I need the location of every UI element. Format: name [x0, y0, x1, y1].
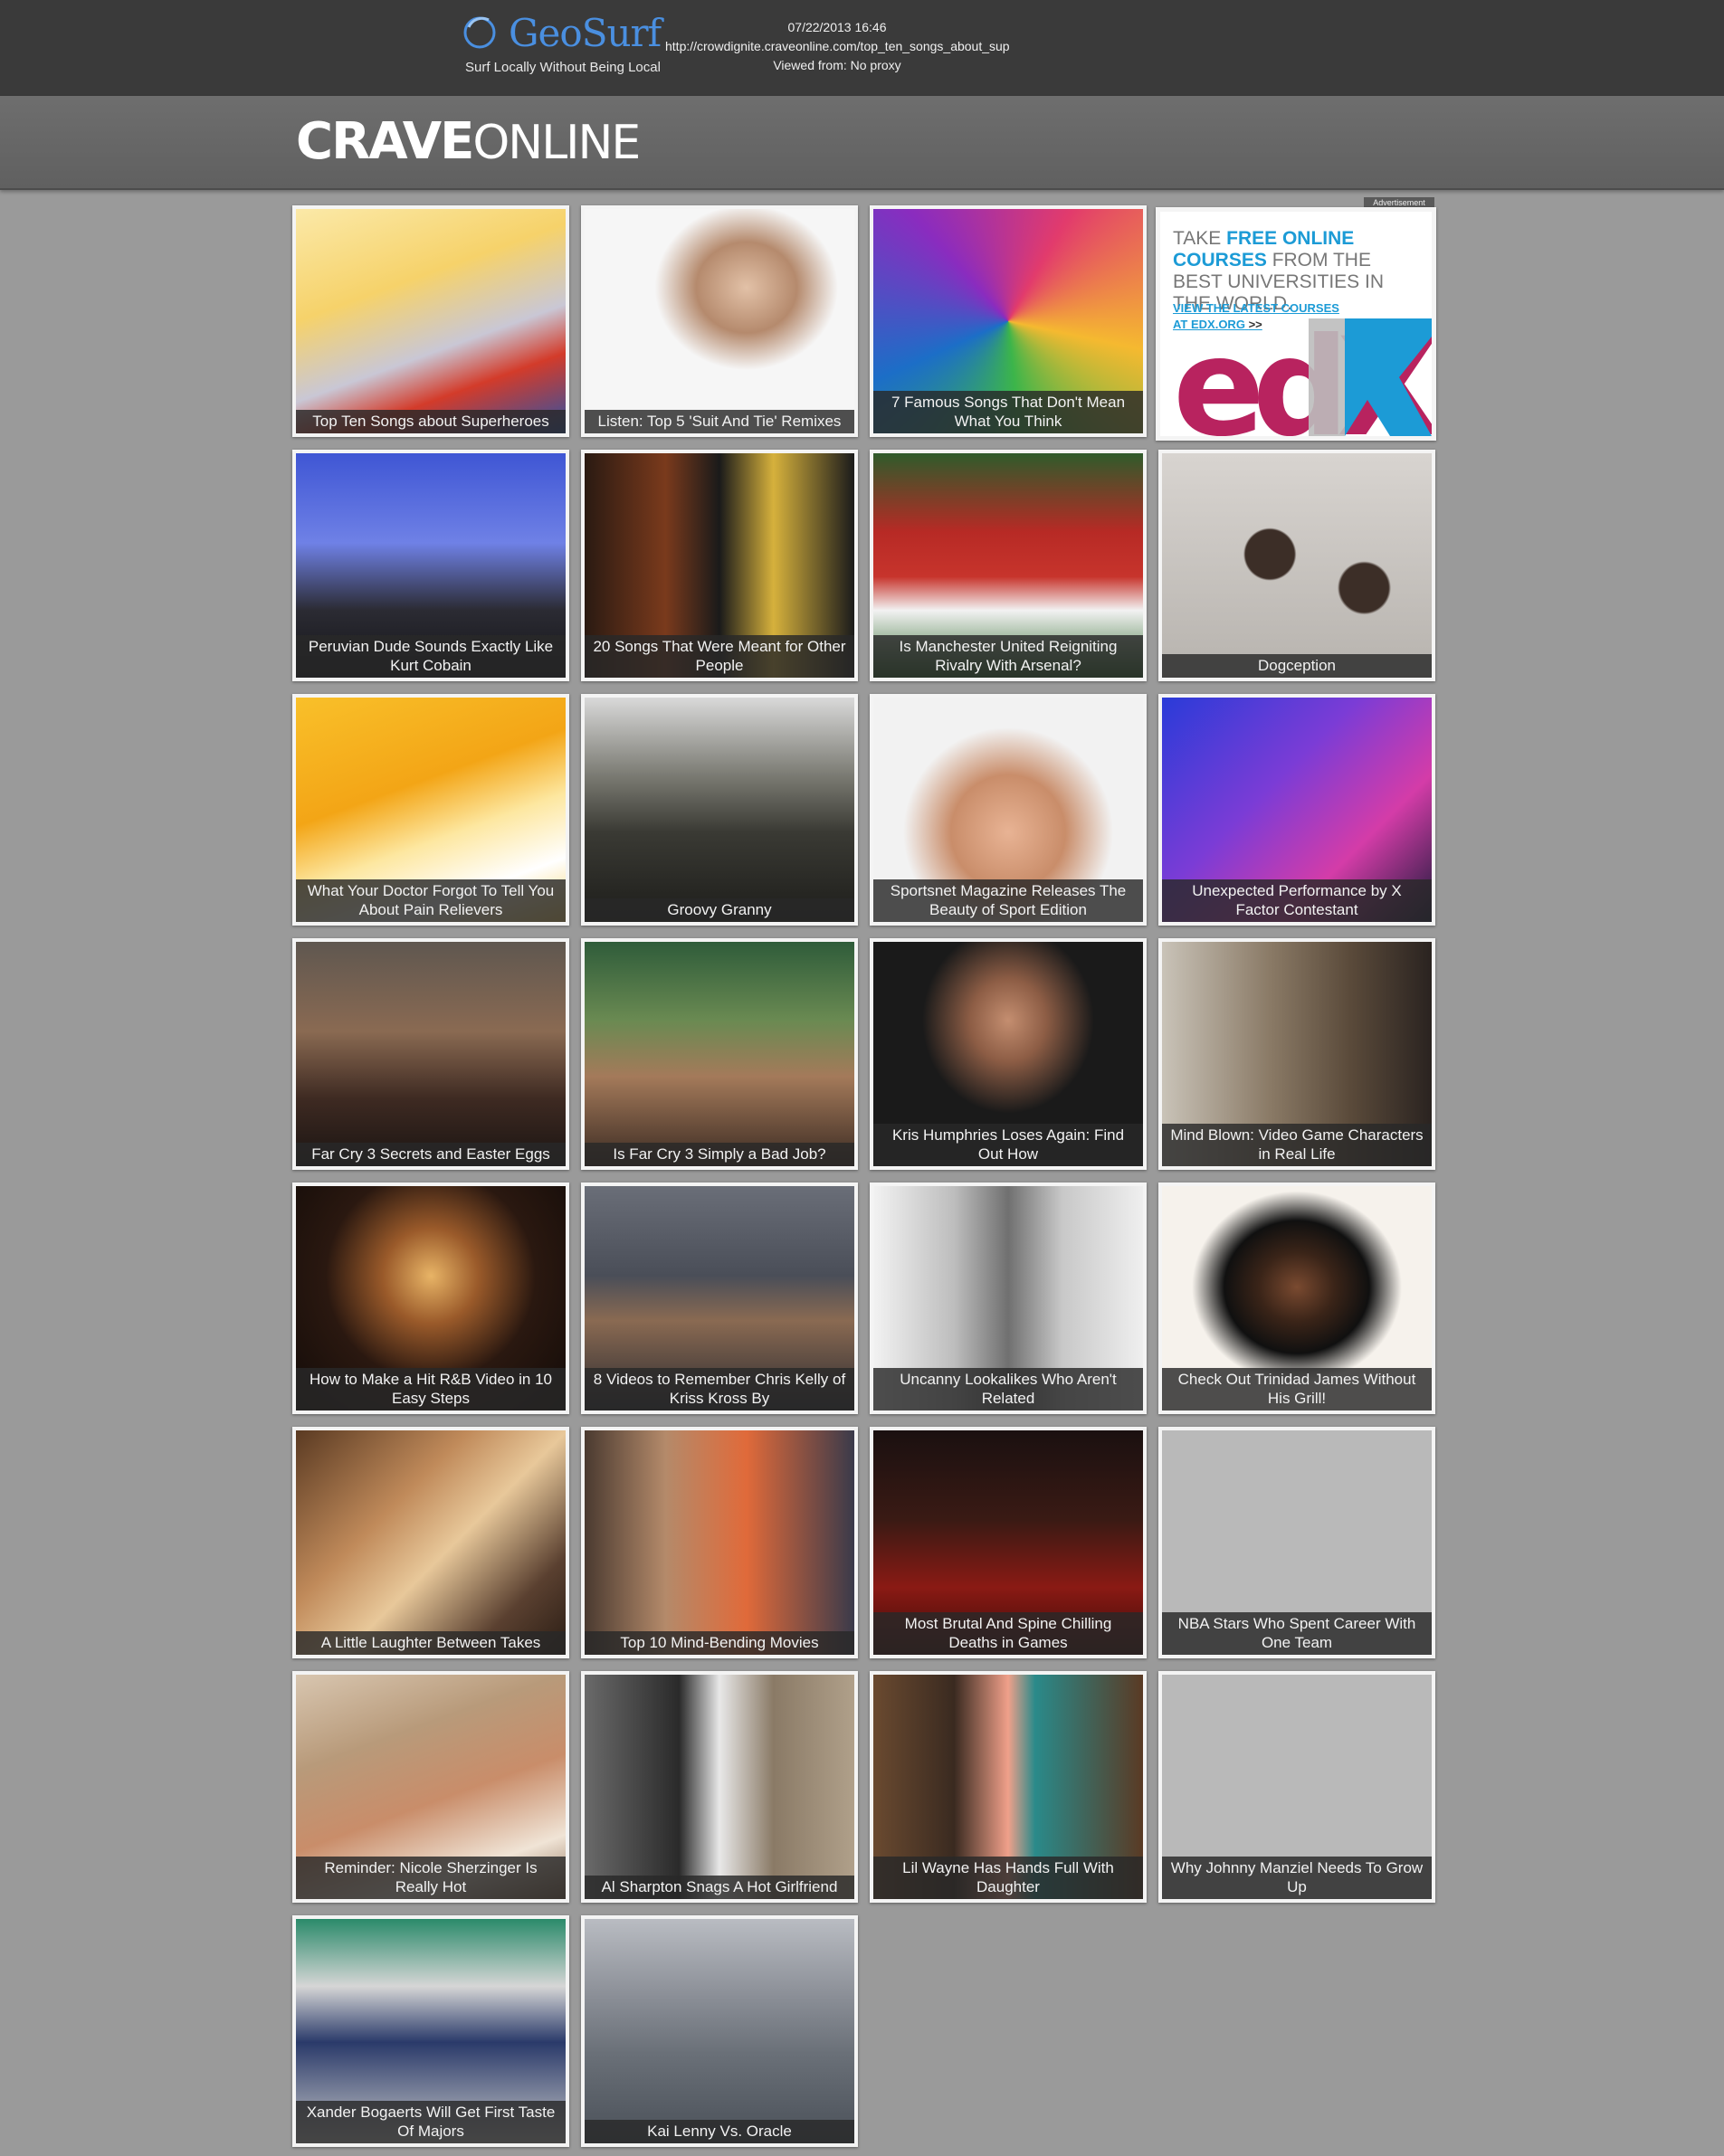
article-thumbnail[interactable] [585, 698, 854, 922]
article-caption[interactable]: Peruvian Dude Sounds Exactly Like Kurt C… [296, 635, 566, 678]
geosurf-tagline: Surf Locally Without Being Local [465, 60, 661, 75]
article-thumbnail[interactable] [585, 1675, 854, 1899]
article-tile[interactable]: Sportsnet Magazine Releases The Beauty o… [870, 694, 1147, 926]
article-caption[interactable]: Unexpected Performance by X Factor Conte… [1162, 879, 1432, 922]
article-caption[interactable]: 7 Famous Songs That Don't Mean What You … [873, 391, 1143, 433]
article-caption[interactable]: Is Manchester United Reigniting Rivalry … [873, 635, 1143, 678]
article-tile[interactable]: Why Johnny Manziel Needs To Grow Up [1158, 1671, 1435, 1903]
article-caption[interactable]: Lil Wayne Has Hands Full With Daughter [873, 1857, 1143, 1899]
article-tile[interactable]: NBA Stars Who Spent Career With One Team [1158, 1427, 1435, 1658]
ad-content: TAKE FREE ONLINE COURSES FROM THE BEST U… [1160, 212, 1432, 436]
article-tile[interactable]: Peruvian Dude Sounds Exactly Like Kurt C… [292, 450, 569, 681]
article-caption[interactable]: 20 Songs That Were Meant for Other Peopl… [585, 635, 854, 678]
edx-logo: edX [1173, 318, 1432, 436]
article-caption[interactable]: Groovy Granny [585, 898, 854, 922]
article-caption[interactable]: Check Out Trinidad James Without His Gri… [1162, 1368, 1432, 1410]
article-caption[interactable]: Is Far Cry 3 Simply a Bad Job? [585, 1143, 854, 1166]
article-tile[interactable]: Check Out Trinidad James Without His Gri… [1158, 1182, 1435, 1414]
article-caption[interactable]: Uncanny Lookalikes Who Aren't Related [873, 1368, 1143, 1410]
article-tile[interactable]: Kris Humphries Loses Again: Find Out How [870, 938, 1147, 1170]
article-thumbnail[interactable] [585, 209, 854, 433]
article-caption[interactable]: A Little Laughter Between Takes [296, 1631, 566, 1655]
geosurf-logo[interactable]: GeoSurf Surf Locally Without Being Local [462, 11, 662, 78]
article-thumbnail[interactable] [585, 1919, 854, 2143]
article-caption[interactable]: 8 Videos to Remember Chris Kelly of Kris… [585, 1368, 854, 1410]
article-tile[interactable]: Xander Bogaerts Will Get First Taste Of … [292, 1915, 569, 2147]
article-tile[interactable]: Reminder: Nicole Sherzinger Is Really Ho… [292, 1671, 569, 1903]
logo-crave-text: CRAVE [296, 112, 474, 171]
craveonline-logo[interactable]: CRAVEONLINE [296, 112, 641, 171]
article-thumbnail[interactable] [296, 1430, 566, 1655]
article-caption[interactable]: Xander Bogaerts Will Get First Taste Of … [296, 2101, 566, 2143]
article-tile[interactable]: How to Make a Hit R&B Video in 10 Easy S… [292, 1182, 569, 1414]
article-tile[interactable]: Mind Blown: Video Game Characters in Rea… [1158, 938, 1435, 1170]
article-tile[interactable]: Top 10 Mind-Bending Movies [581, 1427, 858, 1658]
article-tile[interactable]: A Little Laughter Between Takes [292, 1427, 569, 1658]
article-caption[interactable]: How to Make a Hit R&B Video in 10 Easy S… [296, 1368, 566, 1410]
article-tile[interactable]: Top Ten Songs about Superheroes [292, 205, 569, 437]
proxy-url[interactable]: http://crowdignite.craveonline.com/top_t… [665, 37, 1009, 56]
article-caption[interactable]: Dogception [1162, 654, 1432, 678]
article-tile[interactable]: Far Cry 3 Secrets and Easter Eggs [292, 938, 569, 1170]
article-tile[interactable]: Most Brutal And Spine Chilling Deaths in… [870, 1427, 1147, 1658]
proxy-viewed-from: Viewed from: No proxy [773, 58, 901, 72]
article-tile[interactable]: 7 Famous Songs That Don't Mean What You … [870, 205, 1147, 437]
article-tile[interactable]: Al Sharpton Snags A Hot Girlfriend [581, 1671, 858, 1903]
article-caption[interactable]: Why Johnny Manziel Needs To Grow Up [1162, 1857, 1432, 1899]
article-thumbnail[interactable] [296, 209, 566, 433]
article-caption[interactable]: Al Sharpton Snags A Hot Girlfriend [585, 1876, 854, 1899]
article-tile[interactable]: Dogception [1158, 450, 1435, 681]
article-thumbnail[interactable] [1162, 453, 1432, 678]
article-caption[interactable]: Reminder: Nicole Sherzinger Is Really Ho… [296, 1857, 566, 1899]
article-caption[interactable]: Far Cry 3 Secrets and Easter Eggs [296, 1143, 566, 1166]
article-caption[interactable]: What Your Doctor Forgot To Tell You Abou… [296, 879, 566, 922]
article-caption[interactable]: Most Brutal And Spine Chilling Deaths in… [873, 1612, 1143, 1655]
article-tile[interactable]: Uncanny Lookalikes Who Aren't Related [870, 1182, 1147, 1414]
logo-online-text: ONLINE [472, 116, 641, 170]
article-tile[interactable]: Groovy Granny [581, 694, 858, 926]
article-caption[interactable]: Top Ten Songs about Superheroes [296, 410, 566, 433]
article-tile[interactable]: Lil Wayne Has Hands Full With Daughter [870, 1671, 1147, 1903]
ad-link-line1: VIEW THE LATEST COURSES [1173, 301, 1339, 315]
geosurf-wordmark: GeoSurf [509, 11, 662, 55]
article-caption[interactable]: Kris Humphries Loses Again: Find Out How [873, 1124, 1143, 1166]
article-caption[interactable]: Mind Blown: Video Game Characters in Rea… [1162, 1124, 1432, 1166]
site-header: CRAVEONLINE [0, 96, 1724, 190]
article-tile[interactable]: Kai Lenny Vs. Oracle [581, 1915, 858, 2147]
article-caption[interactable]: NBA Stars Who Spent Career With One Team [1162, 1612, 1432, 1655]
article-caption[interactable]: Top 10 Mind-Bending Movies [585, 1631, 854, 1655]
article-tile[interactable]: Unexpected Performance by X Factor Conte… [1158, 694, 1435, 926]
article-thumbnail[interactable] [296, 942, 566, 1166]
article-tile[interactable]: 20 Songs That Were Meant for Other Peopl… [581, 450, 858, 681]
article-tile[interactable]: Is Manchester United Reigniting Rivalry … [870, 450, 1147, 681]
article-thumbnail[interactable] [585, 942, 854, 1166]
article-tile[interactable]: What Your Doctor Forgot To Tell You Abou… [292, 694, 569, 926]
edx-advertisement[interactable]: TAKE FREE ONLINE COURSES FROM THE BEST U… [1156, 207, 1436, 441]
article-thumbnail[interactable] [585, 1430, 854, 1655]
proxy-info: 07/22/2013 16:46 http://crowdignite.crav… [665, 18, 1009, 75]
proxy-toolbar: GeoSurf Surf Locally Without Being Local… [0, 0, 1724, 97]
article-tile[interactable]: Listen: Top 5 'Suit And Tie' Remixes [581, 205, 858, 437]
article-tile[interactable]: 8 Videos to Remember Chris Kelly of Kris… [581, 1182, 858, 1414]
article-caption[interactable]: Sportsnet Magazine Releases The Beauty o… [873, 879, 1143, 922]
ad-headline-take: TAKE [1173, 228, 1227, 249]
proxy-timestamp: 07/22/2013 16:46 [787, 20, 887, 34]
article-tile[interactable]: Is Far Cry 3 Simply a Bad Job? [581, 938, 858, 1170]
geosurf-ring-icon [463, 16, 496, 49]
article-caption[interactable]: Kai Lenny Vs. Oracle [585, 2120, 854, 2143]
article-caption[interactable]: Listen: Top 5 'Suit And Tie' Remixes [585, 410, 854, 433]
